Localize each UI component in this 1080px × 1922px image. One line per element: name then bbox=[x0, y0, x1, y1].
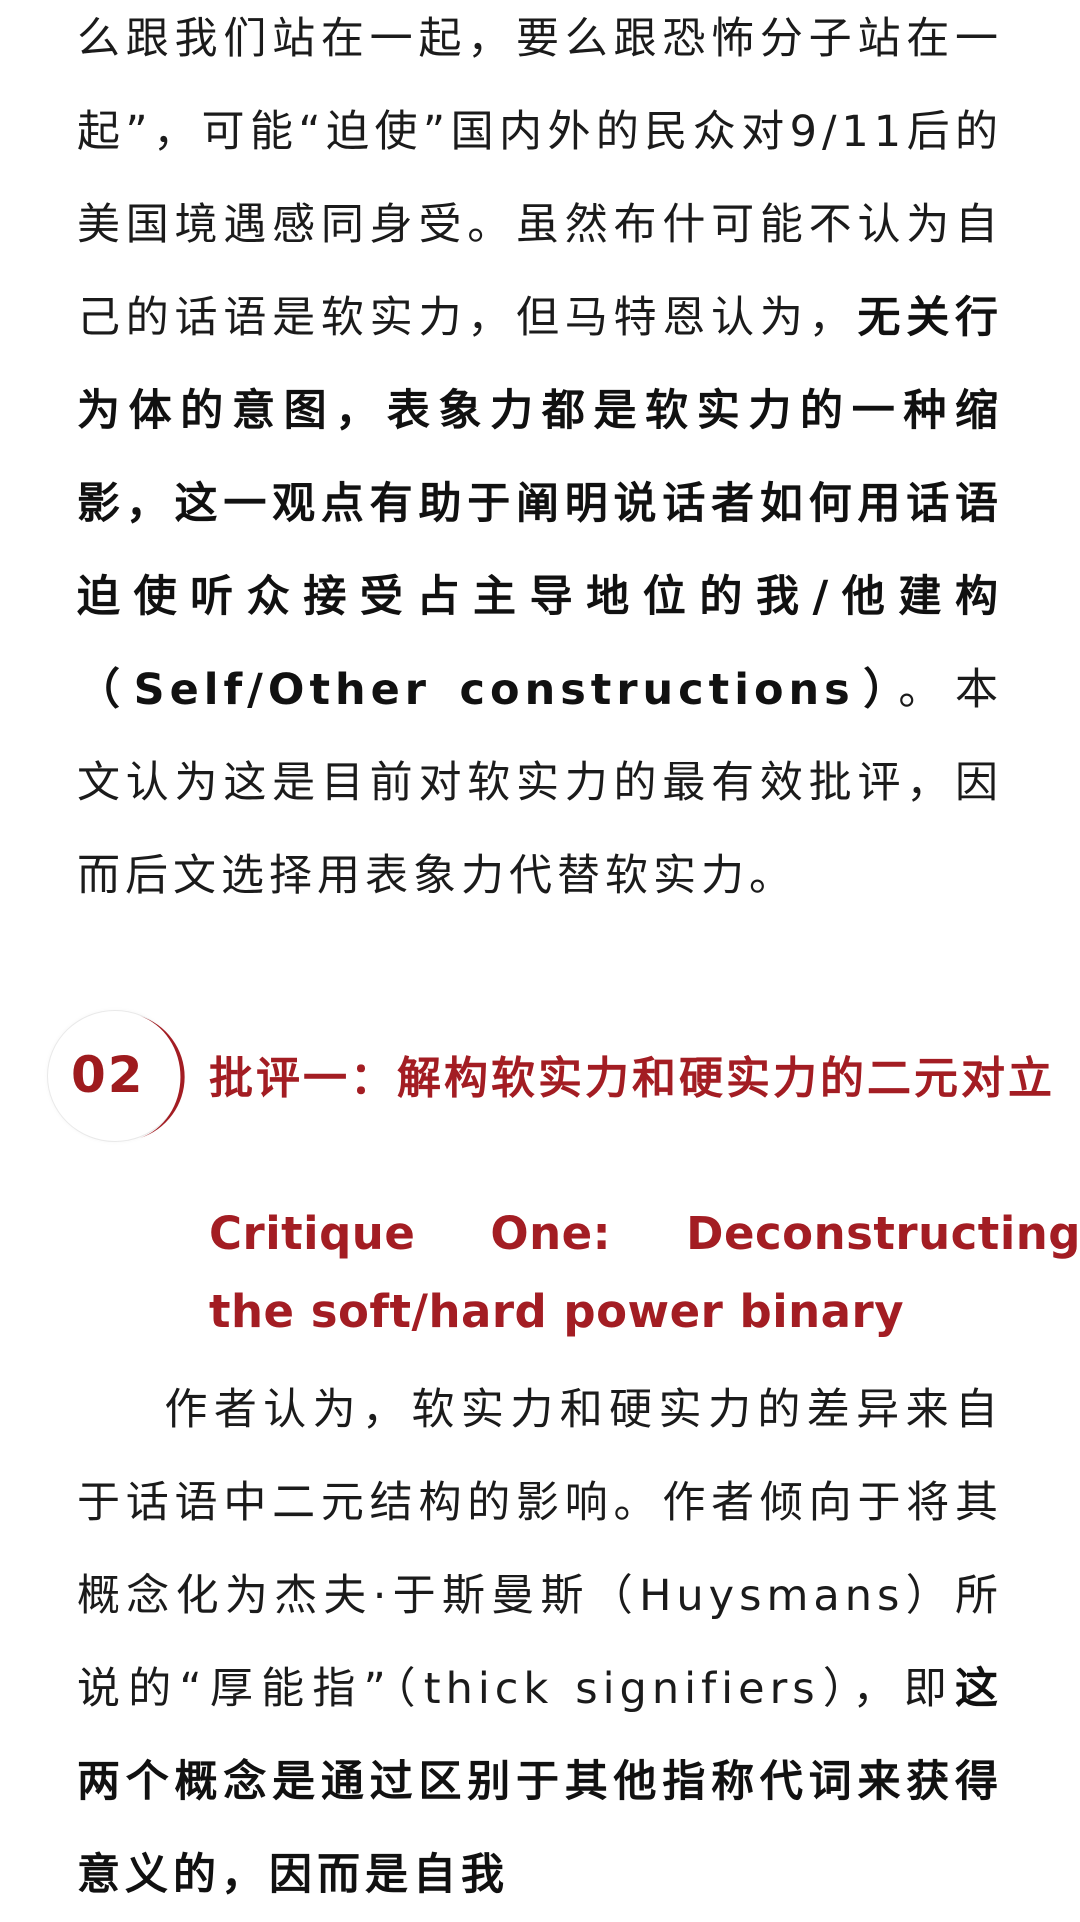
bold-emphasis: 无关行为体的意图，表象力都是软实力的一种缩影，这一观点有助于阐明说话者如何用话语… bbox=[77, 293, 1004, 715]
section-title-en: Critique One: Deconstructing the soft/har… bbox=[209, 1195, 1080, 1351]
paragraph-text: 作者认为，软实力和硬实力的差异来自于话语中二元结构的影响。作者倾向于将其概念化为… bbox=[77, 1385, 1003, 1714]
section-number: 02 bbox=[71, 1046, 145, 1104]
body-paragraph-1: 么跟我们站在一起，要么跟恐怖分子站在一起”，可能“迫使”国内外的民众对9/11后… bbox=[77, 0, 1003, 923]
section-title-en-line2: the soft/hard power binary bbox=[209, 1285, 905, 1338]
body-paragraph-2: 作者认为，软实力和硬实力的差异来自于话语中二元结构的影响。作者倾向于将其概念化为… bbox=[77, 1364, 1003, 1922]
section-heading: 02 批评一：解构软实力和硬实力的二元对立 Critique One: Deco… bbox=[47, 1010, 1080, 1350]
section-title-cn: 批评一：解构软实力和硬实力的二元对立 bbox=[209, 1053, 1055, 1104]
article-body: 么跟我们站在一起，要么跟恐怖分子站在一起”，可能“迫使”国内外的民众对9/11后… bbox=[0, 0, 1080, 1907]
section-title-en-line1: Critique One: Deconstructing bbox=[209, 1207, 1080, 1260]
